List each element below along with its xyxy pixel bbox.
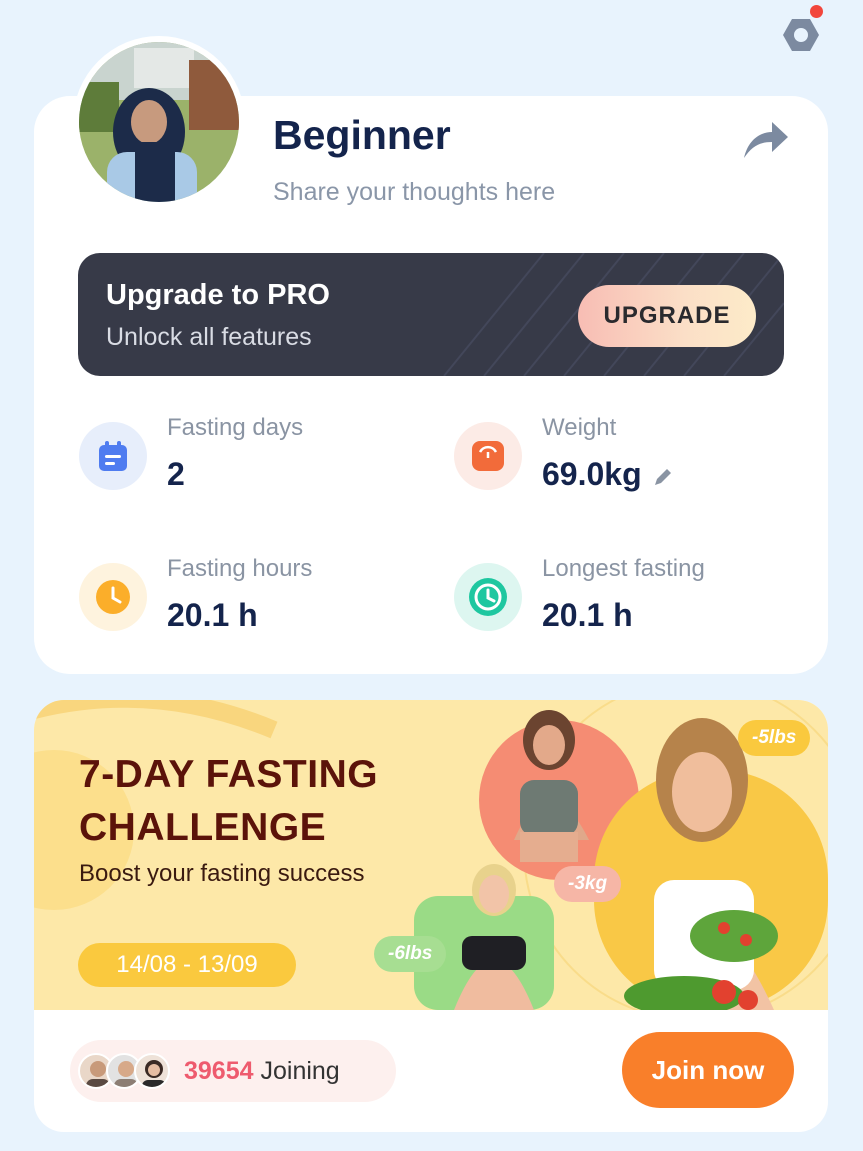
weight-label: Weight	[542, 414, 617, 441]
weight-loss-tag: -6lbs	[374, 936, 447, 972]
user-level-title: Beginner	[273, 112, 451, 158]
share-button[interactable]	[740, 118, 790, 160]
challenge-subtitle: Boost your fasting success	[79, 860, 365, 887]
clock-icon	[79, 563, 147, 631]
fasting-days-value: 2	[167, 456, 185, 492]
joining-participants: 39654 Joining	[70, 1040, 396, 1102]
avatar[interactable]	[79, 42, 239, 202]
notification-dot	[810, 5, 823, 18]
fasting-hours-value: 20.1 h	[167, 597, 258, 633]
longest-fasting-value: 20.1 h	[542, 597, 633, 633]
share-icon	[744, 122, 788, 158]
stat-fasting-hours[interactable]: Fasting hours 20.1 h	[79, 555, 409, 653]
weight-value-row: 69.0kg	[542, 456, 674, 493]
fasting-days-label: Fasting days	[167, 414, 304, 441]
weight-loss-tag: -3kg	[554, 866, 622, 902]
challenge-card[interactable]: 7-DAY FASTING CHALLENGE Boost your fasti…	[34, 700, 828, 1132]
join-now-button[interactable]: Join now	[622, 1032, 794, 1108]
calendar-icon	[79, 422, 147, 490]
joining-text: 39654 Joining	[184, 1057, 340, 1086]
scale-icon	[454, 422, 522, 490]
weight-value: 69.0kg	[542, 456, 642, 492]
challenge-title-line1: 7-DAY FASTING	[79, 753, 379, 796]
joining-label: Joining	[260, 1057, 340, 1085]
challenge-title: 7-DAY FASTING CHALLENGE	[79, 748, 459, 854]
fasting-hours-label: Fasting hours	[167, 555, 313, 582]
edit-pencil-icon[interactable]	[652, 466, 674, 488]
joining-count: 39654	[184, 1057, 254, 1085]
upgrade-button[interactable]: UPGRADE	[578, 285, 756, 347]
weight-loss-tag: -5lbs	[738, 720, 811, 756]
challenge-banner[interactable]: 7-DAY FASTING CHALLENGE Boost your fasti…	[34, 700, 828, 1010]
stat-longest-fasting[interactable]: Longest fasting 20.1 h	[454, 555, 784, 653]
settings-button[interactable]	[778, 5, 824, 58]
pro-title: Upgrade to PRO	[106, 279, 330, 311]
stat-weight[interactable]: Weight 69.0kg	[454, 414, 784, 512]
stat-fasting-days[interactable]: Fasting days 2	[79, 414, 409, 512]
profile-screen: Beginner Share your thoughts here Upgrad…	[0, 0, 863, 1151]
participant-avatar	[134, 1053, 170, 1089]
longest-fasting-label: Longest fasting	[542, 555, 705, 582]
pro-subtitle: Unlock all features	[106, 323, 312, 351]
pro-upgrade-banner[interactable]: Upgrade to PRO Unlock all features UPGRA…	[78, 253, 784, 376]
challenge-date-range: 14/08 - 13/09	[78, 943, 296, 987]
challenge-title-line2: CHALLENGE	[79, 806, 327, 849]
gear-icon	[783, 19, 819, 51]
bio-input[interactable]: Share your thoughts here	[273, 178, 555, 207]
timer-icon	[454, 563, 522, 631]
